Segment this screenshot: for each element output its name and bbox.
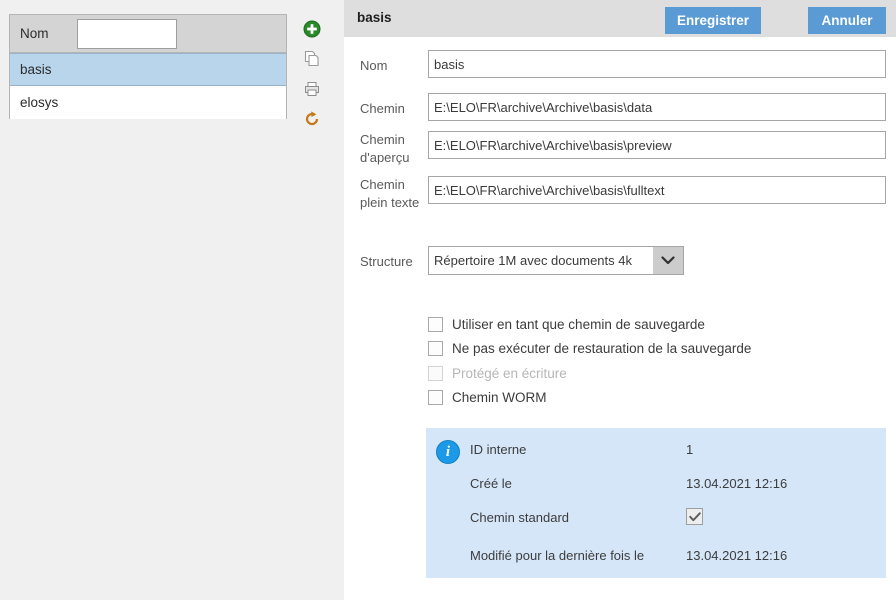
save-button[interactable]: Enregistrer: [664, 7, 761, 34]
detail-header: basis Enregistrer Annuler: [344, 0, 896, 37]
label-nom: Nom: [360, 58, 388, 73]
checkbox-label: Protégé en écriture: [452, 365, 567, 381]
checkbox-row-no-restore[interactable]: Ne pas exécuter de restauration de la sa…: [428, 337, 868, 362]
list-panel: Nom basis elosys: [0, 0, 344, 600]
label-chemin: Chemin: [360, 101, 405, 116]
structure-select[interactable]: Répertoire 1M avec documents 4k: [428, 246, 684, 275]
info-row-internal-id: ID interne 1: [470, 442, 880, 464]
list-item-label: basis: [20, 62, 52, 77]
checkbox-row-write-protected: Protégé en écriture: [428, 361, 868, 386]
chemin-apercu-input[interactable]: [428, 131, 886, 159]
detail-panel: basis Enregistrer Annuler Nom Chemin Che…: [344, 0, 896, 600]
nom-input[interactable]: [428, 50, 886, 78]
list-item-label: elosys: [20, 95, 59, 110]
info-icon: i: [436, 440, 460, 464]
cancel-button[interactable]: Annuler: [808, 7, 886, 34]
info-label: ID interne: [470, 442, 527, 457]
checkbox-label: Chemin WORM: [452, 390, 547, 406]
checkbox-label: Utiliser en tant que chemin de sauvegard…: [452, 316, 705, 332]
label-chemin-plein-texte: Chemin plein texte: [360, 177, 420, 210]
archive-list: Nom basis elosys: [9, 14, 287, 119]
list-toolbar: [299, 16, 329, 136]
info-label: Chemin standard: [470, 510, 569, 525]
options-checkbox-group: Utiliser en tant que chemin de sauvegard…: [428, 312, 868, 410]
info-row-created: Créé le 13.04.2021 12:16: [470, 476, 880, 498]
list-column-header-nom: Nom: [20, 26, 49, 41]
checkbox-icon: [428, 365, 443, 381]
application-window: Nom basis elosys basis Enregistrer Annul…: [0, 0, 896, 600]
info-row-standard-path: Chemin standard: [470, 508, 880, 532]
info-value: 13.04.2021 12:16: [686, 548, 788, 563]
chemin-plein-texte-input[interactable]: [428, 176, 886, 204]
list-filter-input[interactable]: [77, 19, 177, 49]
list-item-basis[interactable]: basis: [10, 53, 286, 86]
info-label: Créé le: [470, 476, 512, 491]
copy-icon[interactable]: [299, 46, 325, 72]
checkbox-row-backup-path[interactable]: Utiliser en tant que chemin de sauvegard…: [428, 312, 868, 337]
label-structure: Structure: [360, 254, 413, 269]
add-icon[interactable]: [299, 16, 325, 42]
standard-path-checkbox-icon: [686, 508, 703, 525]
print-icon[interactable]: [299, 76, 325, 102]
structure-select-value: Répertoire 1M avec documents 4k: [434, 253, 632, 268]
checkbox-label: Ne pas exécuter de restauration de la sa…: [452, 341, 752, 357]
checkbox-icon[interactable]: [428, 390, 443, 406]
chevron-down-icon[interactable]: [653, 247, 683, 274]
chemin-input[interactable]: [428, 93, 886, 121]
list-header: Nom: [10, 15, 286, 53]
checkbox-row-worm-path[interactable]: Chemin WORM: [428, 386, 868, 411]
list-item-elosys[interactable]: elosys: [10, 86, 286, 119]
info-value: 1: [686, 442, 694, 457]
info-row-modified: Modifié pour la dernière fois le 13.04.2…: [470, 548, 880, 570]
refresh-icon[interactable]: [299, 106, 325, 132]
metadata-info-panel: i ID interne 1 Créé le 13.04.2021 12:16 …: [426, 428, 886, 578]
label-chemin-apercu: Chemin d'aperçu: [360, 132, 410, 165]
info-label: Modifié pour la dernière fois le: [470, 548, 645, 563]
checkbox-icon[interactable]: [428, 341, 443, 357]
page-title: basis: [357, 10, 392, 25]
info-value: 13.04.2021 12:16: [686, 476, 788, 491]
checkbox-icon[interactable]: [428, 316, 443, 332]
